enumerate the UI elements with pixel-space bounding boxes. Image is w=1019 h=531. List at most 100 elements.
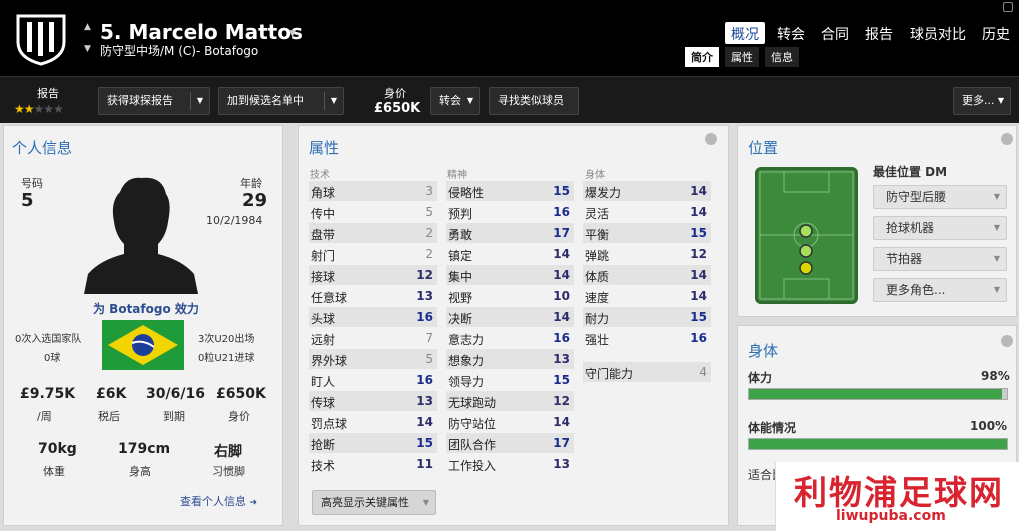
brazil-flag-icon [102,320,184,370]
attribute-row[interactable]: 盯人 16 [309,370,437,390]
attribute-value: 12 [553,394,570,408]
attribute-row[interactable]: 意志力 16 [446,328,574,348]
more-button[interactable]: 更多... ▼ [953,87,1011,115]
scout-rating-stars: ★★★★★ [14,102,64,116]
attribute-row[interactable]: 弹跳 12 [583,244,711,264]
attribute-value: 4 [699,365,707,379]
chevron-down-icon[interactable]: ▼ [331,88,337,114]
window-options-icon[interactable] [1003,2,1013,12]
attribute-name: 界外球 [311,354,348,368]
attribute-name: 平衡 [585,228,610,242]
attribute-row[interactable]: 传中 5 [309,202,437,222]
role-dropdown-1[interactable]: 防守型后腰 ▼ [873,185,1007,209]
attribute-value: 13 [416,289,433,303]
attribute-value: 14 [416,415,433,429]
attribute-value: 2 [425,226,433,240]
attribute-row[interactable]: 接球 12 [309,265,437,285]
transfer-button[interactable]: 转会 ▼ [430,87,480,115]
attribute-name: 团队合作 [448,438,497,452]
attribute-row[interactable]: 角球 3 [309,181,437,201]
attribute-row[interactable]: 爆发力 14 [583,181,711,201]
age-label: 年龄 [240,177,262,190]
attribute-row[interactable]: 体质 14 [583,265,711,285]
attribute-row[interactable]: 任意球 13 [309,286,437,306]
chevron-down-icon: ▼ [422,498,429,507]
position-options-icon[interactable] [1001,133,1013,145]
attribute-name: 传中 [311,207,336,221]
tab-transfer[interactable]: 转会 [771,22,811,44]
attribute-row[interactable]: 勇敢 17 [446,223,574,243]
attribute-value: 13 [553,352,570,366]
highlight-key-attributes-button[interactable]: 高亮显示关键属性 ▼ [312,490,436,515]
attribute-name: 防守站位 [448,417,497,431]
subtab-info[interactable]: 信息 [765,47,799,67]
tab-overview[interactable]: 概况 [725,22,765,44]
plays-for-club-link[interactable]: 为 Botafogo 效力 [93,300,199,317]
attribute-row[interactable]: 团队合作 17 [446,433,574,453]
attribute-row[interactable]: 预判 16 [446,202,574,222]
attribute-row[interactable]: 视野 10 [446,286,574,306]
attribute-row[interactable]: 平衡 15 [583,223,711,243]
find-similar-button[interactable]: 寻找类似球员 [489,87,579,115]
attribute-name: 预判 [448,207,473,221]
player-value: £650K [374,101,421,116]
attribute-row[interactable]: 镇定 14 [446,244,574,264]
attribute-value: 13 [553,457,570,471]
attribute-value: 10 [553,289,570,303]
net-wage-label: 税后 [98,410,120,423]
attributes-options-icon[interactable] [705,133,717,145]
stamina-bar [748,388,1008,400]
attribute-row[interactable]: 守门能力 4 [583,362,711,382]
attribute-value: 15 [416,436,433,450]
prev-player-icon[interactable]: ▲ [84,22,91,32]
role-dropdown-2[interactable]: 抢球机器 ▼ [873,216,1007,240]
name-dropdown-icon[interactable]: ▼ [289,29,296,39]
attribute-row[interactable]: 强壮 16 [583,328,711,348]
next-player-icon[interactable]: ▼ [84,44,91,54]
subtab-profile[interactable]: 简介 [685,47,719,67]
physical-options-icon[interactable] [1001,335,1013,347]
attribute-row[interactable]: 侵略性 15 [446,181,574,201]
attribute-row[interactable]: 界外球 5 [309,349,437,369]
attribute-value: 14 [553,310,570,324]
attribute-row[interactable]: 防守站位 14 [446,412,574,432]
attribute-row[interactable]: 集中 14 [446,265,574,285]
add-shortlist-button[interactable]: 加到候选名单中 ▼ [218,87,344,115]
attribute-row[interactable]: 速度 14 [583,286,711,306]
attribute-value: 15 [690,226,707,240]
value-label: 身价 [384,87,406,100]
scout-report-button[interactable]: 获得球探报告 ▼ [98,87,210,115]
attribute-row[interactable]: 传球 13 [309,391,437,411]
tab-report[interactable]: 报告 [859,22,899,44]
attribute-row[interactable]: 想象力 13 [446,349,574,369]
player-name[interactable]: 5. Marcelo Mattos [100,20,303,44]
attribute-row[interactable]: 技术 11 [309,454,437,474]
attribute-row[interactable]: 头球 16 [309,307,437,327]
attribute-row[interactable]: 射门 2 [309,244,437,264]
attribute-row[interactable]: 盘带 2 [309,223,437,243]
attribute-row[interactable]: 决断 14 [446,307,574,327]
tab-compare[interactable]: 球员对比 [904,22,972,44]
attribute-row[interactable]: 抢断 15 [309,433,437,453]
chevron-down-icon[interactable]: ▼ [197,88,203,114]
stamina-label: 体力 [748,371,773,385]
attribute-row[interactable]: 灵活 14 [583,202,711,222]
subtab-attributes[interactable]: 属性 [725,47,759,67]
attribute-name: 决断 [448,312,473,326]
attribute-row[interactable]: 罚点球 14 [309,412,437,432]
attribute-row[interactable]: 工作投入 13 [446,454,574,474]
net-wage-value: £6K [96,386,127,402]
role-dropdown-3[interactable]: 节拍器 ▼ [873,247,1007,271]
attribute-row[interactable]: 无球跑动 12 [446,391,574,411]
attribute-row[interactable]: 耐力 15 [583,307,711,327]
view-personal-info-link[interactable]: 查看个人信息 ➜ [180,493,257,509]
tab-history[interactable]: 历史 [976,22,1016,44]
attribute-value: 16 [553,205,570,219]
fitness-label: 体能情况 [748,421,797,435]
tab-contract[interactable]: 合同 [815,22,855,44]
attribute-row[interactable]: 远射 7 [309,328,437,348]
attribute-row[interactable]: 领导力 15 [446,370,574,390]
player-silhouette-icon [84,177,198,294]
attribute-name: 想象力 [448,354,485,368]
more-roles-dropdown[interactable]: 更多角色... ▼ [873,278,1007,302]
